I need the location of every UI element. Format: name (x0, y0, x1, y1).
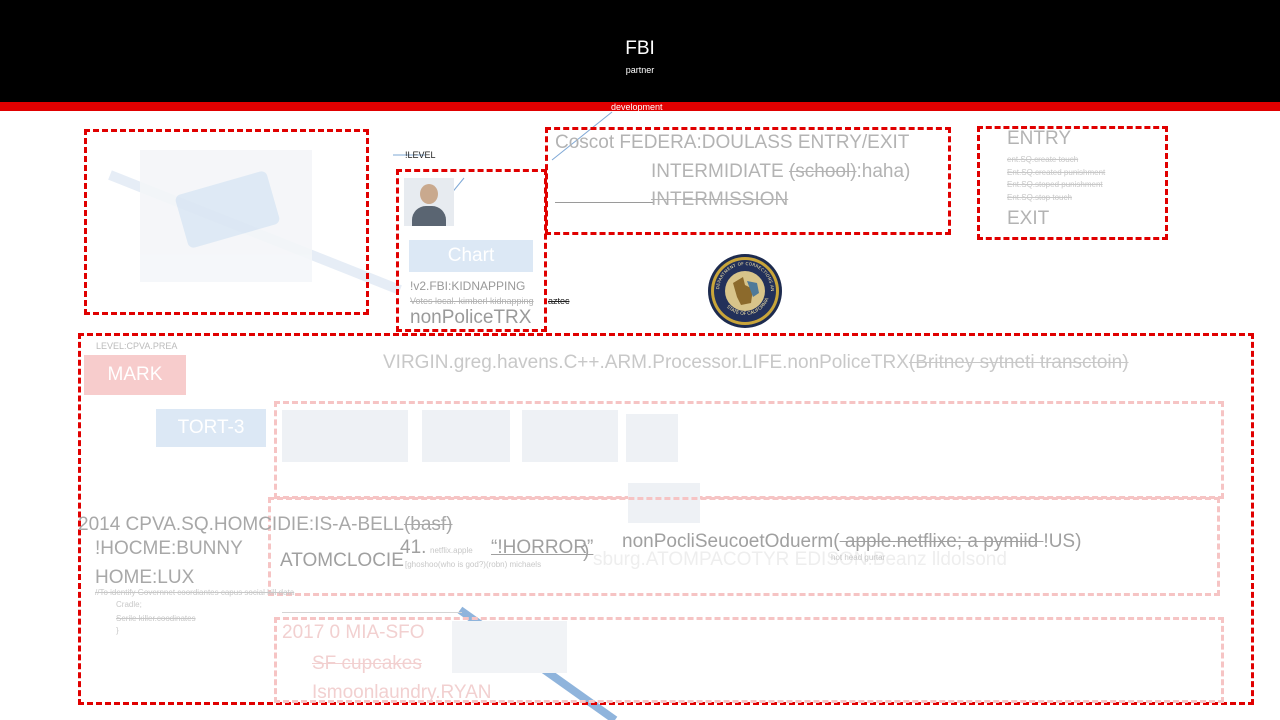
aztec-label: aztec (548, 296, 570, 306)
comment-line-2: Cradle; (116, 600, 142, 609)
homicide-line: 2014 CPVA.SQ.HOMCIDIE:IS-A-BELL(basf) (78, 514, 453, 536)
home-label: HOME:LUX (95, 567, 195, 588)
level-label: !LEVEL (405, 150, 436, 160)
nonpol-line: nonPocliSeucoetOduerm( apple.netflixe; a… (622, 531, 1081, 553)
homicide-main: 2014 CPVA.SQ.HOMCIDIE:IS-A-BELL (78, 514, 404, 535)
bottom-level-label: LEVEL:CPVA.PREA (96, 341, 178, 351)
avatar-body (412, 206, 446, 226)
mark-button[interactable]: MARK (84, 355, 186, 395)
virgin-main: VIRGIN.greg.havens.C++.ARM.Processor.LIF… (383, 352, 909, 373)
entry-item-4: Ent.SQ.stop touch (1007, 193, 1072, 202)
intermidiate-tail: :haha) (856, 161, 911, 182)
netflix-small: netflix.apple (430, 546, 473, 555)
nonpol-strike: apple.netflixe; a pymiid (839, 531, 1044, 552)
entry-item-3: Ent.SQ.stoped punishment (1007, 180, 1103, 189)
year-2017-label: 2017 0 MIA-SFO (282, 622, 425, 643)
thumbnail-3[interactable] (522, 410, 618, 462)
coscot-line: Coscot FEDERA:DOULASS ENTRY/EXIT (555, 132, 910, 153)
virgin-line: VIRGIN.greg.havens.C++.ARM.Processor.LIF… (383, 352, 1129, 374)
thumbnail-6[interactable] (452, 621, 567, 673)
avatar-head (420, 184, 438, 204)
votes-line: Votes local. kimberl kidnapping (410, 296, 534, 306)
hot-head-label: hot head gurtar (831, 553, 886, 562)
separator-line (282, 612, 462, 613)
sf-cupcakes-label: SF cupcakes (312, 653, 422, 674)
intermission-rule (555, 202, 653, 203)
virgin-strike: (Britney sytneti transctoin) (908, 352, 1129, 373)
comment-line-1: //To identify Governnet coordiantes capu… (95, 588, 295, 597)
atomclocie-label: ATOMCLOCIE (280, 550, 404, 571)
entry-item-1: ent.SQ.create touch (1007, 155, 1079, 164)
intermidiate-strike: (school) (788, 161, 857, 182)
hocme-label: !HOCME:BUNNY (95, 538, 243, 559)
nonpolice-label: nonPoliceTRX (410, 307, 532, 328)
intermidiate-main: INTERMIDIATE (651, 161, 789, 182)
ghoshoo-line: [ghoshoo(who is god?)(robn) michaels (405, 560, 542, 569)
cdcr-seal-icon: DEPARTMENT OF CORRECTIONS AND REHABILITA… (707, 253, 782, 328)
device-image (140, 150, 312, 282)
device-body (174, 169, 281, 250)
entry-item-2: Ent.SQ.created punishment (1007, 168, 1106, 177)
nonpol-main: nonPocliSeucoetOduerm( (622, 531, 840, 552)
homicide-strike: (basf) (403, 514, 453, 535)
exit-heading: EXIT (1007, 208, 1050, 229)
paren-close: ) (583, 541, 590, 562)
num-41: 41. (400, 537, 427, 558)
intermidiate-line: INTERMIDIATE (school):haha) (651, 161, 910, 183)
thumbnail-strip-box (274, 401, 1224, 499)
thumbnail-1[interactable] (282, 410, 408, 462)
comment-line-3: Serile killer.coodinates (116, 614, 196, 623)
horror-label: “!HORROR” (491, 537, 594, 558)
avatar (404, 178, 454, 226)
kidnapping-line: !v2.FBI:KIDNAPPING (410, 279, 526, 293)
thumbnail-2[interactable] (422, 410, 510, 462)
entry-heading: ENTRY (1007, 128, 1072, 149)
tort-button[interactable]: TORT-3 (156, 409, 266, 447)
bottom-cut-label: Ismoonlaundry.RYAN (312, 682, 492, 703)
comment-line-4: } (116, 626, 119, 635)
thumbnail-4[interactable] (626, 414, 678, 462)
nonpol-tail: !US) (1043, 531, 1082, 552)
chart-button[interactable]: Chart (409, 240, 533, 272)
intermission-line: INTERMISSION (651, 189, 789, 210)
